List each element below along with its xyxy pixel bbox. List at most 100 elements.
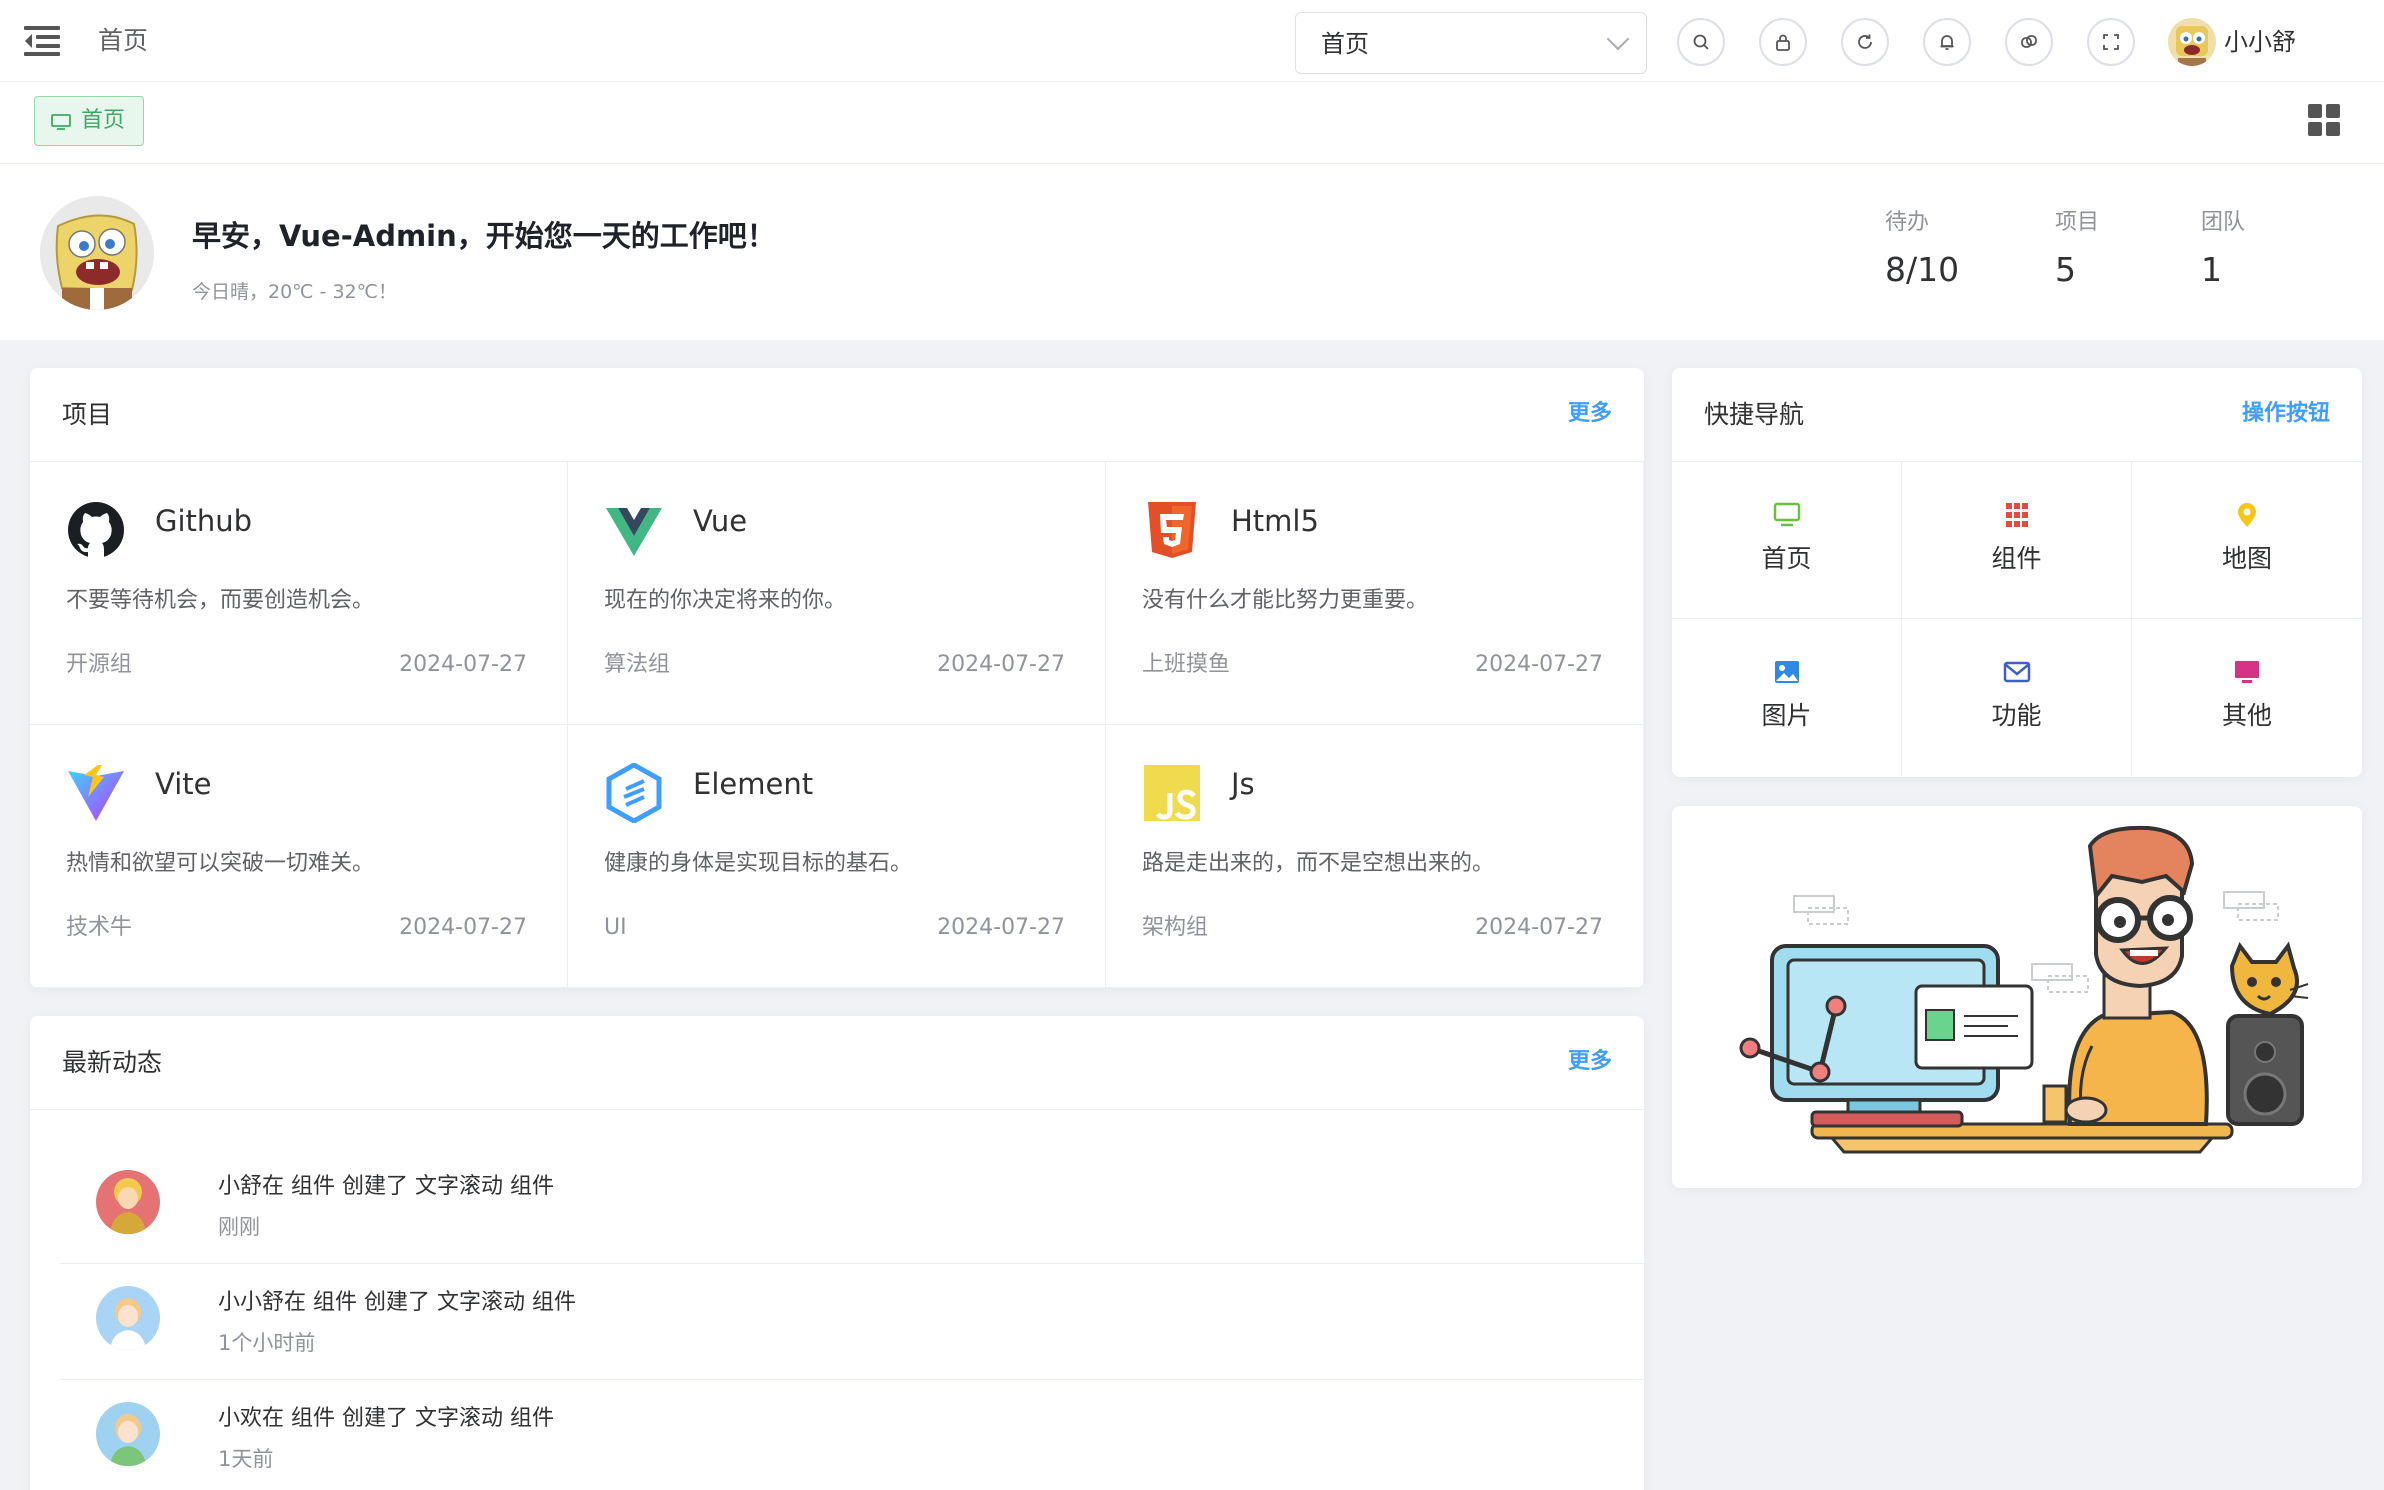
- project-name: Html5: [1231, 504, 1319, 538]
- project-date: 2024-07-27: [1475, 915, 1603, 940]
- menu-toggle-icon[interactable]: [24, 26, 60, 56]
- project-group: 架构组: [1142, 915, 1209, 940]
- project-group: 开源组: [66, 652, 133, 677]
- project-desc: 没有什么才能比努力更重要。: [1142, 588, 1429, 613]
- project-group: 算法组: [604, 652, 671, 677]
- projects-more-link[interactable]: 更多: [1568, 398, 1612, 430]
- activity-text: 小小舒在 组件 创建了 文字滚动 组件: [218, 1290, 576, 1315]
- breadcrumb[interactable]: 首页: [98, 24, 148, 58]
- monitor-icon: [51, 114, 71, 130]
- quick-nav-card: 快捷导航 操作按钮 首页 组件 地图 图片 功能 其他: [1672, 368, 2362, 777]
- project-name: Vite: [155, 767, 212, 801]
- theme-icon[interactable]: [2005, 18, 2053, 66]
- activity-text: 小舒在 组件 创建了 文字滚动 组件: [218, 1174, 554, 1199]
- lock-icon[interactable]: [1759, 18, 1807, 66]
- project-name: Vue: [693, 504, 748, 538]
- quick-nav-label: 地图: [2221, 544, 2272, 573]
- bell-icon[interactable]: [1923, 18, 1971, 66]
- quick-nav-others[interactable]: 其他: [2132, 619, 2362, 776]
- project-desc: 不要等待机会，而要创造机会。: [66, 588, 375, 613]
- project-date: 2024-07-27: [399, 915, 527, 940]
- activity-card-header: 最新动态 更多: [30, 1016, 1644, 1110]
- quick-nav-label: 功能: [1991, 701, 2042, 730]
- menu-search-select[interactable]: 首页: [1295, 12, 1647, 74]
- location-icon: [2238, 503, 2256, 527]
- project-group: 技术牛: [66, 915, 133, 940]
- fullscreen-icon[interactable]: [2087, 18, 2135, 66]
- project-js[interactable]: Js 路是走出来的，而不是空想出来的。 架构组 2024-07-27: [1106, 725, 1644, 988]
- refresh-icon[interactable]: [1841, 18, 1889, 66]
- html5-icon: [1148, 502, 1196, 558]
- menu-search-value: 首页: [1321, 30, 1369, 58]
- chevron-down-icon: [1606, 27, 1630, 51]
- quick-nav-label: 其他: [2221, 701, 2272, 730]
- search-icon[interactable]: [1677, 18, 1725, 66]
- quick-nav-label: 组件: [1991, 544, 2042, 573]
- project-github[interactable]: Github 不要等待机会，而要创造机会。 开源组 2024-07-27: [30, 462, 568, 725]
- project-vite[interactable]: Vite 热情和欲望可以突破一切难关。 技术牛 2024-07-27: [30, 725, 568, 988]
- quick-nav-label: 图片: [1761, 701, 1812, 730]
- quick-nav-components[interactable]: 组件: [1902, 462, 2132, 619]
- github-icon: [68, 502, 124, 558]
- activity-avatar: [96, 1402, 160, 1466]
- monitor-icon: [1773, 502, 1801, 527]
- stat-projects: 项目 5: [2055, 208, 2099, 290]
- layout-grid-icon[interactable]: [2308, 104, 2340, 136]
- activity-avatar: [96, 1286, 160, 1350]
- quick-nav-label: 首页: [1761, 544, 1812, 573]
- project-date: 2024-07-27: [1475, 652, 1603, 677]
- user-avatar: [2168, 18, 2216, 66]
- stat-team: 团队 1: [2201, 208, 2245, 290]
- element-icon: [606, 763, 662, 823]
- project-element[interactable]: Element 健康的身体是实现目标的基石。 UI 2024-07-27: [568, 725, 1106, 988]
- activity-item[interactable]: 小舒在 组件 创建了 文字滚动 组件 刚刚: [60, 1148, 1644, 1264]
- quick-nav-pictures[interactable]: 图片: [1672, 619, 1902, 776]
- project-name: Element: [693, 767, 814, 801]
- activity-time: 1个小时前: [218, 1331, 316, 1355]
- top-header: 首页 首页 小小舒: [0, 0, 2384, 82]
- quick-nav-header: 快捷导航 操作按钮: [1672, 368, 2362, 462]
- developer-illustration: [1739, 825, 2309, 1154]
- project-desc: 热情和欲望可以突破一切难关。: [66, 851, 375, 876]
- project-name: Js: [1231, 767, 1255, 801]
- quick-nav-action[interactable]: 操作按钮: [2242, 398, 2330, 430]
- others-icon: [2235, 661, 2259, 683]
- grid-icon: [2006, 503, 2028, 527]
- project-name: Github: [155, 504, 253, 538]
- username: 小小舒: [2224, 28, 2296, 56]
- project-group: UI: [604, 915, 627, 940]
- stat-label: 团队: [2201, 210, 2246, 235]
- project-date: 2024-07-27: [937, 915, 1065, 940]
- project-date: 2024-07-27: [937, 652, 1065, 677]
- project-date: 2024-07-27: [399, 652, 527, 677]
- activity-more-link[interactable]: 更多: [1568, 1046, 1612, 1078]
- stat-label: 项目: [2055, 210, 2100, 235]
- picture-icon: [1775, 661, 1799, 683]
- stat-value: 5: [2055, 250, 2076, 289]
- activity-text: 小欢在 组件 创建了 文字滚动 组件: [218, 1406, 554, 1431]
- quick-nav-map[interactable]: 地图: [2132, 462, 2362, 619]
- activity-time: 1天前: [218, 1447, 274, 1471]
- stat-value: 1: [2201, 250, 2222, 289]
- quick-nav-features[interactable]: 功能: [1902, 619, 2132, 776]
- stat-value: 8/10: [1885, 250, 1960, 289]
- project-vue[interactable]: Vue 现在的你决定将来的你。 算法组 2024-07-27: [568, 462, 1106, 725]
- project-desc: 路是走出来的，而不是空想出来的。: [1142, 851, 1495, 876]
- vite-icon: [68, 765, 124, 821]
- activity-time: 刚刚: [218, 1215, 260, 1239]
- tag-label: 首页: [81, 108, 126, 133]
- activity-item[interactable]: 小欢在 组件 创建了 文字滚动 组件 1天前: [60, 1380, 1644, 1490]
- tag-home[interactable]: 首页: [34, 96, 144, 146]
- projects-card: 项目 更多 Github 不要等待机会，而要创造机会。 开源组 2024-07-…: [30, 368, 1644, 988]
- quick-nav-title: 快捷导航: [1704, 400, 1805, 429]
- tags-bar: 首页: [0, 82, 2384, 164]
- quick-nav-home[interactable]: 首页: [1672, 462, 1902, 619]
- activity-item[interactable]: 小小舒在 组件 创建了 文字滚动 组件 1个小时前: [60, 1264, 1644, 1380]
- stat-label: 待办: [1885, 210, 1930, 235]
- projects-card-header: 项目 更多: [30, 368, 1644, 462]
- message-icon: [2003, 661, 2031, 683]
- project-html5[interactable]: Html5 没有什么才能比努力更重要。 上班摸鱼 2024-07-27: [1106, 462, 1644, 725]
- welcome-greeting: 早安，Vue-Admin，开始您一天的工作吧！: [192, 219, 776, 253]
- weather-text: 今日晴，20℃ - 32℃！: [192, 281, 397, 303]
- activity-card: 最新动态 更多 小舒在 组件 创建了 文字滚动 组件 刚刚 小小舒在 组件 创建…: [30, 1016, 1644, 1490]
